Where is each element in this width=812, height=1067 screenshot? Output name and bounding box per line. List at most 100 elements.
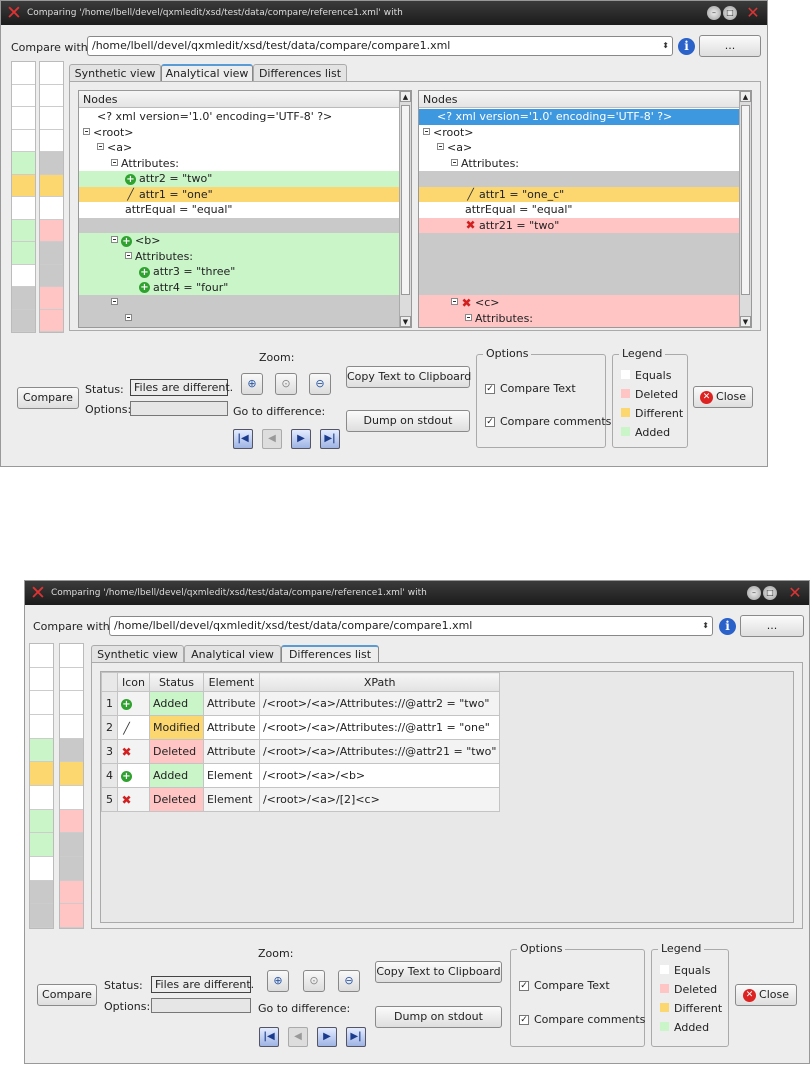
strip-segment[interactable] xyxy=(40,129,63,152)
collapse-icon[interactable] xyxy=(111,236,118,243)
tab-synthetic-view[interactable]: Synthetic view xyxy=(69,64,161,82)
zoom-reset-button[interactable]: ⊙ xyxy=(275,373,297,395)
tree-row[interactable]: <? xml version='1.0' encoding='UTF-8' ?> xyxy=(419,109,739,125)
collapse-icon[interactable] xyxy=(465,313,472,321)
strip-segment[interactable] xyxy=(60,880,83,905)
compare-comments-checkbox[interactable]: ✓ Compare comments xyxy=(485,415,611,428)
browse-button[interactable]: ... xyxy=(740,615,804,637)
strip-segment[interactable] xyxy=(60,856,83,881)
strip-segment[interactable] xyxy=(40,309,63,332)
strip-segment[interactable] xyxy=(12,197,35,220)
collapse-icon[interactable] xyxy=(125,313,132,321)
collapse-icon[interactable] xyxy=(451,298,458,305)
strip-segment[interactable] xyxy=(30,667,53,692)
strip-segment[interactable] xyxy=(12,129,35,152)
tree-row[interactable] xyxy=(419,264,739,280)
strip-segment[interactable] xyxy=(40,174,63,197)
info-icon[interactable]: i xyxy=(678,38,695,55)
collapse-icon[interactable] xyxy=(97,143,104,150)
strip-segment[interactable] xyxy=(60,833,83,857)
scroll-down-icon[interactable]: ▼ xyxy=(400,316,411,327)
tab-synthetic-view[interactable]: Synthetic view xyxy=(91,645,184,663)
strip-segment[interactable] xyxy=(60,667,83,692)
collapse-icon[interactable] xyxy=(83,127,90,135)
scroll-thumb[interactable] xyxy=(741,105,750,295)
tree-row[interactable]: Attributes: xyxy=(79,156,399,172)
compare-with-combo[interactable]: /home/lbell/devel/qxmledit/xsd/test/data… xyxy=(109,616,713,636)
strip-segment[interactable] xyxy=(30,833,53,857)
strip-segment[interactable] xyxy=(40,62,63,85)
strip-segment[interactable] xyxy=(40,287,63,310)
tree-row[interactable]: + attr4 = "four" xyxy=(79,279,399,295)
strip-segment[interactable] xyxy=(40,264,63,287)
compare-text-checkbox[interactable]: ✓ Compare Text xyxy=(519,979,610,992)
maximize-button[interactable]: □ xyxy=(723,6,737,20)
scroll-up-icon[interactable]: ▲ xyxy=(400,91,411,102)
strip-segment[interactable] xyxy=(60,644,83,668)
strip-segment[interactable] xyxy=(40,242,63,265)
left-node-tree[interactable]: Nodes <? xml version='1.0' encoding='UTF… xyxy=(78,90,412,328)
prev-diff-button[interactable]: ◀ xyxy=(288,1027,308,1047)
scroll-down-icon[interactable]: ▼ xyxy=(740,316,751,327)
collapse-icon[interactable] xyxy=(111,298,118,305)
table-row[interactable]: 1 + Added Attribute/<root>/<a>/Attributes:/… xyxy=(101,691,501,716)
close-window-button[interactable]: ✕ xyxy=(787,584,803,601)
tree-row[interactable] xyxy=(419,248,739,264)
tree-row[interactable]: <root> xyxy=(419,125,739,141)
collapse-icon[interactable] xyxy=(437,143,444,150)
tree-row[interactable]: ✖ <c> xyxy=(419,295,739,311)
tree-row[interactable] xyxy=(419,279,739,295)
compare-button[interactable]: Compare xyxy=(37,984,97,1006)
tree-row[interactable] xyxy=(419,233,739,249)
collapse-icon[interactable] xyxy=(451,158,458,166)
collapse-icon[interactable] xyxy=(125,251,132,259)
strip-segment[interactable] xyxy=(30,644,53,668)
copy-clipboard-button[interactable]: Copy Text to Clipboard xyxy=(346,366,471,388)
tree-row[interactable]: Attributes: xyxy=(419,310,739,326)
strip-segment[interactable] xyxy=(12,264,35,287)
table-row[interactable]: 2 ╱ Modified Attribute/<root>/<a>/Attribute… xyxy=(101,715,501,740)
first-diff-button[interactable]: |◀ xyxy=(259,1027,279,1047)
strip-segment[interactable] xyxy=(12,152,35,175)
right-node-tree[interactable]: Nodes <? xml version='1.0' encoding='UTF… xyxy=(418,90,752,328)
differences-table[interactable]: Icon Status Element XPath 1 + Added Attribu… xyxy=(101,672,501,812)
last-diff-button[interactable]: ▶| xyxy=(320,429,340,449)
collapse-icon[interactable] xyxy=(111,158,118,166)
scroll-thumb[interactable] xyxy=(401,105,410,295)
close-window-button[interactable]: ✕ xyxy=(745,4,761,21)
tab-differences-list[interactable]: Differences list xyxy=(281,645,379,663)
tree-row[interactable]: attrEqual = "equal" xyxy=(419,202,739,218)
tab-differences-list[interactable]: Differences list xyxy=(253,64,347,82)
info-icon[interactable]: i xyxy=(719,618,736,635)
close-button[interactable]: ✕ Close xyxy=(735,984,797,1006)
compare-button[interactable]: Compare xyxy=(17,387,79,409)
next-diff-button[interactable]: ▶ xyxy=(317,1027,337,1047)
first-diff-button[interactable]: |◀ xyxy=(233,429,253,449)
tree-row[interactable] xyxy=(79,295,399,311)
tree-row[interactable]: ╱ attr1 = "one" xyxy=(79,186,399,202)
tree-row[interactable]: Attributes: xyxy=(79,248,399,264)
copy-clipboard-button[interactable]: Copy Text to Clipboard xyxy=(375,961,502,983)
tree-row[interactable] xyxy=(79,326,399,327)
collapse-icon[interactable] xyxy=(423,127,430,135)
tree-row[interactable]: + attr3 = "three" xyxy=(79,264,399,280)
strip-segment[interactable] xyxy=(30,738,53,763)
strip-segment[interactable] xyxy=(30,691,53,715)
tree-row[interactable] xyxy=(79,217,399,233)
minimize-button[interactable]: – xyxy=(747,586,761,600)
tree-row[interactable]: <root> xyxy=(79,125,399,141)
strip-segment[interactable] xyxy=(12,309,35,332)
prev-diff-button[interactable]: ◀ xyxy=(262,429,282,449)
strip-segment[interactable] xyxy=(40,107,63,130)
tree-row[interactable]: ✖attr3 = "three" xyxy=(419,326,739,327)
zoom-reset-button[interactable]: ⊙ xyxy=(303,970,325,992)
strip-segment[interactable] xyxy=(12,219,35,242)
right-tree-scrollbar[interactable]: ▲ ▼ xyxy=(739,91,751,327)
strip-segment[interactable] xyxy=(60,809,83,834)
minimize-button[interactable]: – xyxy=(707,6,721,20)
strip-segment[interactable] xyxy=(60,762,83,786)
tree-row[interactable] xyxy=(79,310,399,326)
tree-row[interactable]: <? xml version='1.0' encoding='UTF-8' ?> xyxy=(79,109,399,125)
next-diff-button[interactable]: ▶ xyxy=(291,429,311,449)
compare-with-combo[interactable]: /home/lbell/devel/qxmledit/xsd/test/data… xyxy=(87,36,673,56)
